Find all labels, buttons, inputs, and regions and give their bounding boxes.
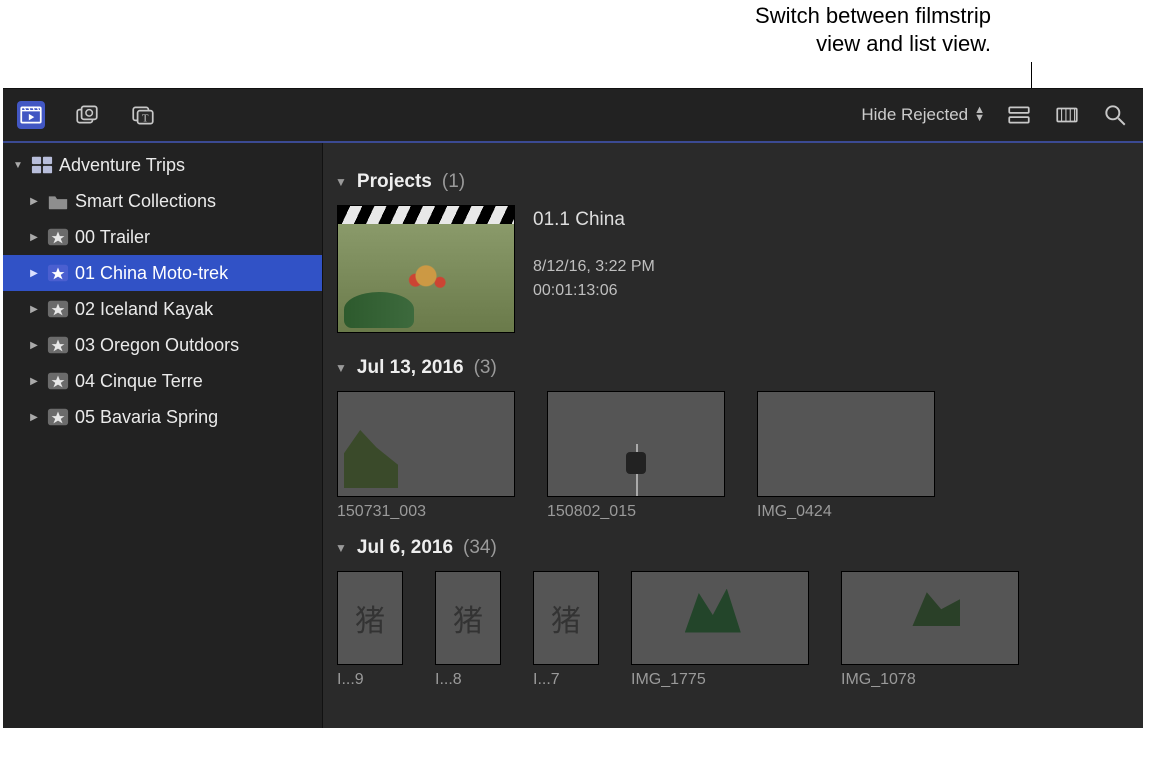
clapper-icon <box>338 206 514 224</box>
sidebar-item-label: Smart Collections <box>75 191 216 212</box>
clip-row: I...9 I...8 I...7 IMG_1775 IMG_1078 <box>323 571 1143 695</box>
clip-label: 150731_003 <box>337 497 515 521</box>
section-title: Jul 13, 2016 <box>357 357 464 379</box>
event-star-icon <box>47 371 69 391</box>
clip-item[interactable]: I...7 <box>533 571 599 689</box>
event-star-icon <box>47 227 69 247</box>
clip-filter-label: Hide Rejected <box>861 105 968 125</box>
chevron-right-icon[interactable] <box>27 410 41 424</box>
project-item[interactable]: 01.1 China 8/12/16, 3:22 PM 00:01:13:06 <box>323 205 1143 347</box>
clip-thumbnail[interactable] <box>337 391 515 497</box>
sidebar-library-row[interactable]: Adventure Trips <box>3 147 322 183</box>
sidebar-item-label: 04 Cinque Terre <box>75 371 203 392</box>
sidebar-item-label: 02 Iceland Kayak <box>75 299 213 320</box>
section-title: Jul 6, 2016 <box>357 537 453 559</box>
sidebar-item-01-china[interactable]: 01 China Moto-trek <box>3 255 322 291</box>
library-icon <box>31 155 53 175</box>
section-count: (3) <box>474 357 497 379</box>
sidebar-item-02-iceland[interactable]: 02 Iceland Kayak <box>3 291 322 327</box>
section-header-projects[interactable]: ▼ Projects (1) <box>323 161 1143 205</box>
chevron-right-icon[interactable] <box>27 302 41 316</box>
clip-label: I...7 <box>533 665 599 689</box>
sidebar-library-label: Adventure Trips <box>59 155 185 176</box>
toolbar: T Hide Rejected ▲▼ <box>3 89 1143 143</box>
section-header-day1[interactable]: ▼ Jul 13, 2016 (3) <box>323 347 1143 391</box>
svg-text:T: T <box>142 113 149 125</box>
chevron-right-icon[interactable] <box>27 374 41 388</box>
clip-item[interactable]: I...8 <box>435 571 501 689</box>
event-star-icon <box>47 263 69 283</box>
sidebar-item-label: 00 Trailer <box>75 227 150 248</box>
stepper-arrows-icon: ▲▼ <box>974 107 985 122</box>
clip-thumbnail[interactable] <box>337 571 403 665</box>
sidebar-item-label: 01 China Moto-trek <box>75 263 228 284</box>
event-star-icon <box>47 407 69 427</box>
clips-tab-icon[interactable] <box>17 101 45 129</box>
chevron-down-icon[interactable] <box>11 158 25 172</box>
section-title: Projects <box>357 171 432 193</box>
clip-item[interactable]: IMG_1078 <box>841 571 1019 689</box>
event-star-icon <box>47 335 69 355</box>
sidebar-item-04-cinque[interactable]: 04 Cinque Terre <box>3 363 322 399</box>
titles-tab-icon[interactable]: T <box>129 101 157 129</box>
chevron-down-icon[interactable]: ▼ <box>335 361 347 375</box>
clip-thumbnail[interactable] <box>435 571 501 665</box>
sidebar-item-label: 05 Bavaria Spring <box>75 407 218 428</box>
project-meta: 01.1 China 8/12/16, 3:22 PM 00:01:13:06 <box>533 205 655 303</box>
clip-thumbnail[interactable] <box>631 571 809 665</box>
list-filmstrip-toggle-icon[interactable] <box>1005 101 1033 129</box>
sidebar-item-03-oregon[interactable]: 03 Oregon Outdoors <box>3 327 322 363</box>
clip-row: 150731_003 150802_015 IMG_0424 <box>323 391 1143 527</box>
chevron-right-icon[interactable] <box>27 266 41 280</box>
clip-thumbnail[interactable] <box>533 571 599 665</box>
callout-line-1: Switch between filmstrip <box>0 2 991 30</box>
project-duration: 00:01:13:06 <box>533 279 655 303</box>
callout-caption: Switch between filmstrip view and list v… <box>0 0 1141 88</box>
folder-icon <box>47 191 69 211</box>
chevron-down-icon[interactable]: ▼ <box>335 541 347 555</box>
event-star-icon <box>47 299 69 319</box>
chevron-right-icon[interactable] <box>27 338 41 352</box>
section-header-day2[interactable]: ▼ Jul 6, 2016 (34) <box>323 527 1143 571</box>
project-name: 01.1 China <box>533 209 655 231</box>
clip-item[interactable]: IMG_1775 <box>631 571 809 689</box>
clip-item[interactable]: 150802_015 <box>547 391 725 521</box>
clip-appearance-icon[interactable] <box>1053 101 1081 129</box>
clip-item[interactable]: I...9 <box>337 571 403 689</box>
clip-filter-menu[interactable]: Hide Rejected ▲▼ <box>861 105 985 125</box>
browser-panel: ▼ Projects (1) 01.1 China 8/12/16, 3:22 … <box>323 143 1143 728</box>
clip-thumbnail[interactable] <box>547 391 725 497</box>
app-window: T Hide Rejected ▲▼ <box>3 88 1143 728</box>
clip-label: I...8 <box>435 665 501 689</box>
clip-thumbnail[interactable] <box>757 391 935 497</box>
sidebar-item-label: 03 Oregon Outdoors <box>75 335 239 356</box>
photos-tab-icon[interactable] <box>73 101 101 129</box>
search-icon[interactable] <box>1101 101 1129 129</box>
chevron-right-icon[interactable] <box>27 194 41 208</box>
clip-item[interactable]: IMG_0424 <box>757 391 935 521</box>
clip-item[interactable]: 150731_003 <box>337 391 515 521</box>
clip-thumbnail[interactable] <box>841 571 1019 665</box>
sidebar-item-05-bavaria[interactable]: 05 Bavaria Spring <box>3 399 322 435</box>
sidebar-item-smart-collections[interactable]: Smart Collections <box>3 183 322 219</box>
section-count: (1) <box>442 171 465 193</box>
sidebar: Adventure Trips Smart Collections 00 Tra… <box>3 143 323 728</box>
clip-label: I...9 <box>337 665 403 689</box>
section-count: (34) <box>463 537 497 559</box>
project-date: 8/12/16, 3:22 PM <box>533 255 655 279</box>
callout-line-2: view and list view. <box>0 30 991 58</box>
clip-label: IMG_0424 <box>757 497 935 521</box>
clip-label: 150802_015 <box>547 497 725 521</box>
thumbnail-image <box>338 224 514 332</box>
clip-label: IMG_1078 <box>841 665 1019 689</box>
sidebar-item-00-trailer[interactable]: 00 Trailer <box>3 219 322 255</box>
chevron-right-icon[interactable] <box>27 230 41 244</box>
project-thumbnail[interactable] <box>337 205 515 333</box>
clip-label: IMG_1775 <box>631 665 809 689</box>
chevron-down-icon[interactable]: ▼ <box>335 175 347 189</box>
